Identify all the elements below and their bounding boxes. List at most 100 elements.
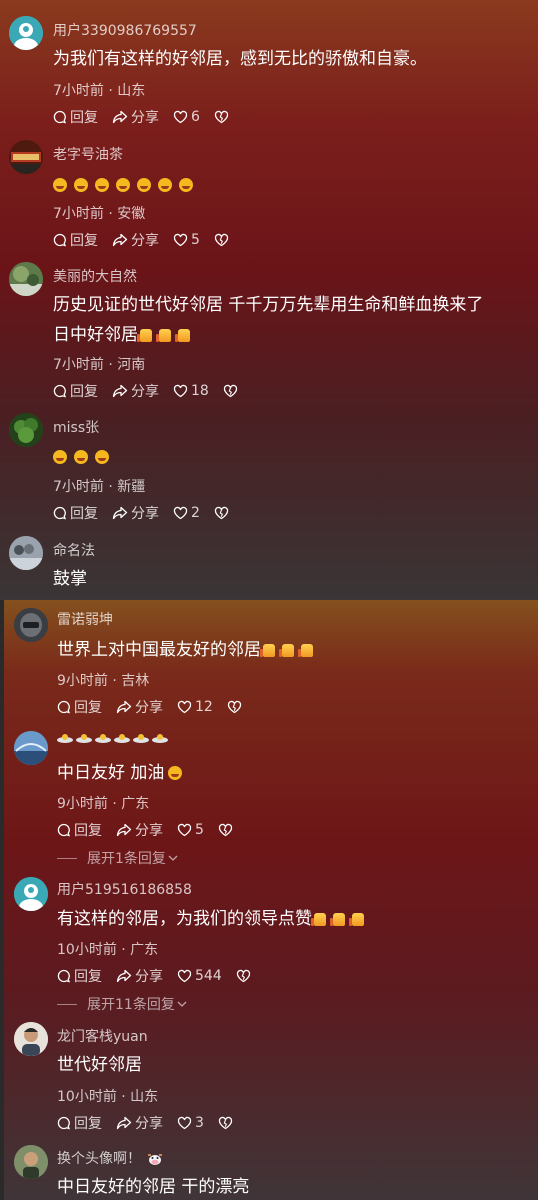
heart-icon (177, 700, 192, 714)
comment-text: 中日友好的邻居 干的漂亮 (57, 1177, 250, 1197)
share-arrow-icon (116, 1116, 132, 1130)
reply-button[interactable]: 回复 (53, 230, 98, 250)
dislike-button[interactable] (218, 823, 236, 837)
comment-text: 历史见证的世代好邻居 千千万万先辈用生命和鲜血换来了 (53, 295, 484, 315)
avatar[interactable] (14, 877, 48, 911)
avatar[interactable] (14, 731, 48, 765)
like-button[interactable]: 3 (177, 1115, 204, 1131)
thumbs-up-emoji-icon (349, 912, 364, 926)
reply-button[interactable]: 回复 (57, 966, 102, 986)
comment-actions: 回复 分享 544 (57, 966, 268, 986)
comment-text-row: 有这样的邻居，为我们的领导点赞 (57, 906, 369, 933)
avatar[interactable] (9, 262, 43, 296)
like-button[interactable]: 2 (173, 505, 200, 521)
avatar[interactable] (14, 608, 48, 642)
like-button[interactable]: 18 (173, 383, 209, 399)
avatar[interactable] (14, 1145, 48, 1179)
heart-icon (173, 233, 188, 247)
laughing-emoji-icon (95, 178, 109, 192)
emoji-row (53, 172, 200, 199)
broken-heart-icon (214, 233, 229, 247)
username[interactable]: 龙门客栈yuan (57, 1026, 148, 1046)
broken-heart-icon (218, 823, 233, 837)
broken-heart-icon (227, 700, 241, 714)
expand-replies-button[interactable]: 展开1条回复 (57, 848, 178, 868)
share-arrow-icon (112, 110, 128, 124)
reply-button[interactable]: 回复 (53, 503, 98, 523)
like-button[interactable]: 6 (173, 109, 200, 125)
reply-button[interactable]: 回复 (53, 381, 98, 401)
dislike-button[interactable] (214, 506, 232, 520)
username[interactable]: 老字号油茶 (53, 144, 123, 164)
username[interactable]: miss张 (53, 417, 99, 437)
reply-button[interactable]: 回复 (57, 820, 102, 840)
reply-button[interactable]: 回复 (53, 107, 98, 127)
username[interactable]: 用户3390986769557 (53, 20, 197, 40)
comment-meta: 9小时前 · 广东 (57, 796, 150, 812)
like-button[interactable]: 5 (173, 232, 200, 248)
like-button[interactable]: 12 (177, 699, 213, 715)
username-row[interactable]: 换个头像啊！ (57, 1148, 163, 1168)
username[interactable]: 美丽的大自然 (53, 266, 137, 286)
avatar[interactable] (9, 536, 43, 570)
comment-meta: 7小时前 · 河南 (53, 357, 146, 373)
dislike-button[interactable] (214, 233, 232, 247)
divider (57, 857, 77, 859)
share-button[interactable]: 分享 (116, 966, 163, 986)
dislike-button[interactable] (218, 1116, 236, 1130)
expand-replies-button[interactable]: 展开11条回复 (57, 994, 187, 1014)
username[interactable]: 命名法 (53, 540, 95, 560)
avatar[interactable] (14, 1022, 48, 1056)
plant-avatar-icon (9, 413, 43, 447)
avatar[interactable] (9, 16, 43, 50)
comment-actions: 回复 分享 5 (53, 230, 246, 250)
laughing-emoji-icon (116, 178, 130, 192)
dislike-button[interactable] (227, 700, 245, 714)
heart-icon (173, 384, 188, 398)
username[interactable]: 用户519516186858 (57, 879, 192, 899)
like-button[interactable]: 544 (177, 968, 222, 984)
thumbs-up-emoji-icon (137, 328, 152, 342)
like-button[interactable]: 5 (177, 822, 204, 838)
ufo-emoji-row-icon (57, 734, 168, 743)
share-button[interactable]: 分享 (116, 1113, 163, 1133)
reply-button[interactable]: 回复 (57, 1113, 102, 1133)
chevron-down-icon (168, 855, 178, 861)
person-avatar-icon (14, 1022, 48, 1056)
share-button[interactable]: 分享 (112, 230, 159, 250)
dislike-button[interactable] (236, 969, 254, 983)
default-avatar-icon (9, 16, 43, 50)
laughing-emoji-icon (74, 178, 88, 192)
thumbs-up-emoji-icon (156, 328, 171, 342)
share-arrow-icon (112, 506, 128, 520)
share-button[interactable]: 分享 (112, 107, 159, 127)
share-arrow-icon (116, 823, 132, 837)
dislike-button[interactable] (223, 384, 241, 398)
reply-bubble-icon (57, 823, 71, 837)
dislike-button[interactable] (214, 110, 232, 124)
comment-meta: 10小时前 · 广东 (57, 942, 159, 958)
username[interactable]: 雷诺弱坤 (57, 609, 113, 629)
share-arrow-icon (116, 969, 132, 983)
share-button[interactable]: 分享 (112, 381, 159, 401)
avatar[interactable] (9, 413, 43, 447)
crying-emoji-icon (95, 450, 109, 464)
emoji-row (53, 444, 116, 471)
shop-sign-avatar-icon (9, 140, 43, 174)
comment-meta: 7小时前 · 安徽 (53, 206, 146, 222)
laughing-emoji-icon (158, 178, 172, 192)
chevron-down-icon (177, 1001, 187, 1007)
share-button[interactable]: 分享 (116, 697, 163, 717)
cow-emoji-icon (148, 1154, 162, 1165)
share-button[interactable]: 分享 (116, 820, 163, 840)
thumbs-up-emoji-icon (260, 643, 275, 657)
comment-actions: 回复 分享 2 (53, 503, 246, 523)
share-arrow-icon (112, 384, 128, 398)
avatar[interactable] (9, 140, 43, 174)
heart-icon (173, 110, 188, 124)
comment-panel-bottom: 雷诺弱坤 世界上对中国最友好的邻居 9小时前 · 吉林 回复 分享 12 中日友… (4, 600, 538, 1200)
crying-emoji-icon (53, 450, 67, 464)
reply-button[interactable]: 回复 (57, 697, 102, 717)
share-button[interactable]: 分享 (112, 503, 159, 523)
username-emoji-row[interactable] (57, 733, 173, 749)
